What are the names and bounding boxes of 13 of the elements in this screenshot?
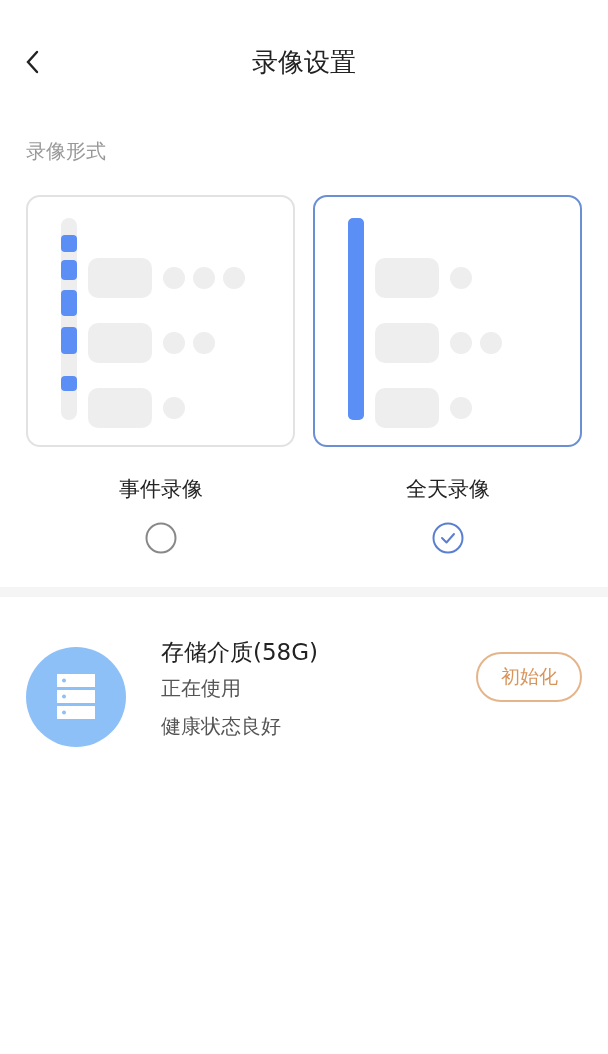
initialize-button[interactable]: 初始化 — [476, 652, 582, 702]
section-label: 录像形式 — [26, 138, 107, 165]
storage-health: 健康状态良好 — [161, 713, 282, 740]
page-title: 录像设置 — [252, 45, 356, 79]
storage-status: 正在使用 — [161, 675, 242, 702]
storage-icon — [26, 647, 126, 747]
storage-title: 存储介质(58G) — [161, 638, 320, 667]
radio-button[interactable] — [431, 522, 464, 554]
option-label: 全天录像 — [405, 476, 490, 503]
back-icon[interactable] — [25, 50, 39, 74]
option-card[interactable] — [313, 195, 582, 447]
option-label: 事件录像 — [118, 476, 203, 503]
radio-button[interactable] — [144, 522, 177, 554]
